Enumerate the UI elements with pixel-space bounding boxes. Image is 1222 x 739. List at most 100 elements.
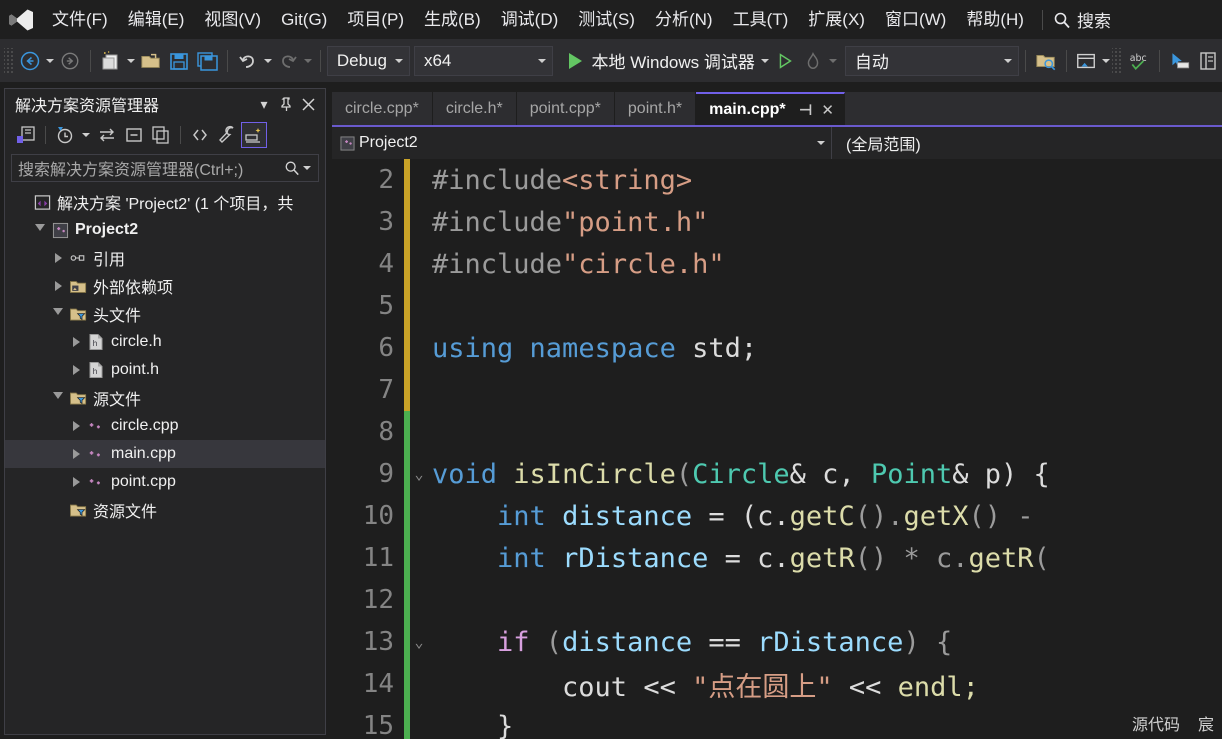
tree-item-[interactable]: 源文件 bbox=[5, 384, 325, 412]
expander-open-icon[interactable] bbox=[31, 216, 49, 244]
navigate-back-button[interactable] bbox=[16, 44, 44, 78]
solution-explorer-search-input[interactable]: 搜索解决方案资源管理器(Ctrl+;) bbox=[18, 156, 284, 180]
editor-tab-circle.h[interactable]: circle.h* bbox=[432, 92, 517, 125]
editor-tab-main.cpp[interactable]: main.cpp* ⊣ ✕ bbox=[696, 92, 845, 125]
save-button[interactable] bbox=[165, 44, 193, 78]
navigate-forward-button[interactable] bbox=[56, 44, 84, 78]
properties-wrench-icon[interactable] bbox=[214, 122, 240, 148]
process-selector-combo[interactable]: 自动 bbox=[844, 45, 1019, 76]
chevron-down-icon[interactable]: ▾ bbox=[253, 93, 275, 115]
code-line-4[interactable]: 4 #include"circle.h" bbox=[332, 243, 1222, 285]
show-all-files-icon[interactable] bbox=[187, 122, 213, 148]
code-line-14[interactable]: 14 cout << "点在圆上" << endl; bbox=[332, 663, 1222, 705]
attach-process-button[interactable] bbox=[771, 44, 799, 78]
toolbar-grip[interactable] bbox=[4, 47, 15, 74]
expander-closed-icon[interactable] bbox=[49, 244, 67, 272]
start-debugging-button[interactable] bbox=[561, 44, 589, 78]
properties-window-icon[interactable] bbox=[148, 122, 174, 148]
global-search[interactable]: 搜索 bbox=[1051, 7, 1111, 32]
menu-item-file[interactable]: 文件(F) bbox=[42, 0, 118, 39]
menu-item-git[interactable]: Git(G) bbox=[271, 0, 337, 39]
home-solution-icon[interactable] bbox=[13, 122, 39, 148]
navigate-back-dropdown[interactable] bbox=[44, 44, 56, 78]
tree-item-[interactable]: 资源文件 bbox=[5, 496, 325, 524]
tree-item-point.h[interactable]: h point.h bbox=[5, 356, 325, 384]
fold-collapse-icon[interactable]: ⌄ bbox=[410, 465, 428, 483]
menu-item-project[interactable]: 项目(P) bbox=[337, 0, 414, 39]
sync-with-active-document-icon[interactable] bbox=[94, 122, 120, 148]
menu-item-edit[interactable]: 编辑(E) bbox=[118, 0, 195, 39]
solution-platform-combo[interactable]: x64 bbox=[413, 45, 554, 76]
code-line-8[interactable]: 8 bbox=[332, 411, 1222, 453]
undo-button[interactable] bbox=[234, 44, 262, 78]
code-line-9[interactable]: 9 ⌄ void isInCircle(Circle& c, Point& p) { bbox=[332, 453, 1222, 495]
select-tool-button[interactable] bbox=[1166, 44, 1194, 78]
expander-closed-icon[interactable] bbox=[67, 412, 85, 440]
tree-item-Project2[interactable]: Project2 bbox=[5, 216, 325, 244]
menu-item-analyze[interactable]: 分析(N) bbox=[645, 0, 723, 39]
menu-item-debug[interactable]: 调试(D) bbox=[491, 0, 569, 39]
code-line-5[interactable]: 5 bbox=[332, 285, 1222, 327]
redo-dropdown[interactable] bbox=[302, 44, 314, 78]
window-layout-button[interactable] bbox=[1072, 44, 1100, 78]
tree-item-main.cpp[interactable]: main.cpp bbox=[5, 440, 325, 468]
expander-closed-icon[interactable] bbox=[67, 356, 85, 384]
expander-closed-icon[interactable] bbox=[49, 272, 67, 300]
code-line-3[interactable]: 3 #include"point.h" bbox=[332, 201, 1222, 243]
window-layout-dropdown[interactable] bbox=[1100, 44, 1112, 78]
tree-item-point.cpp[interactable]: point.cpp bbox=[5, 468, 325, 496]
menu-item-test[interactable]: 测试(S) bbox=[568, 0, 645, 39]
editor-tab-circle.cpp[interactable]: circle.cpp* bbox=[332, 92, 433, 125]
close-icon[interactable] bbox=[297, 93, 319, 115]
code-line-12[interactable]: 12 bbox=[332, 579, 1222, 621]
solution-configuration-combo[interactable]: Debug bbox=[326, 45, 410, 76]
tree-item-[interactable]: 头文件 bbox=[5, 300, 325, 328]
solution-explorer-search[interactable]: 搜索解决方案资源管理器(Ctrl+;) bbox=[11, 154, 319, 182]
menu-item-window[interactable]: 窗口(W) bbox=[875, 0, 956, 39]
code-line-10[interactable]: 10 int distance = (c.getC().getX() - bbox=[332, 495, 1222, 537]
hot-reload-dropdown[interactable] bbox=[827, 44, 839, 78]
menu-item-view[interactable]: 视图(V) bbox=[194, 0, 271, 39]
collapse-all-icon[interactable] bbox=[121, 122, 147, 148]
close-tab-icon[interactable]: ✕ bbox=[818, 101, 838, 119]
menu-item-help[interactable]: 帮助(H) bbox=[956, 0, 1034, 39]
expander-open-icon[interactable] bbox=[49, 384, 67, 412]
menu-item-extensions[interactable]: 扩展(X) bbox=[798, 0, 875, 39]
menu-item-build[interactable]: 生成(B) bbox=[414, 0, 491, 39]
pin-icon[interactable] bbox=[275, 93, 297, 115]
hot-reload-button[interactable] bbox=[799, 44, 827, 78]
toolbar-grip-2[interactable] bbox=[1112, 47, 1123, 74]
tree-item-[interactable]: 引用 bbox=[5, 244, 325, 272]
code-line-2[interactable]: 2 #include<string> bbox=[332, 159, 1222, 201]
tree-item-circle.h[interactable]: h circle.h bbox=[5, 328, 325, 356]
preview-selected-items-icon[interactable] bbox=[241, 122, 267, 148]
code-line-11[interactable]: 11 int rDistance = c.getR() * c.getR( bbox=[332, 537, 1222, 579]
new-item-dropdown[interactable] bbox=[125, 44, 137, 78]
search-options-dropdown[interactable] bbox=[300, 151, 314, 185]
tree-item-[interactable]: 外部依赖项 bbox=[5, 272, 325, 300]
new-item-button[interactable] bbox=[97, 44, 125, 78]
expander-closed-icon[interactable] bbox=[67, 468, 85, 496]
expander-closed-icon[interactable] bbox=[67, 328, 85, 356]
editor-tab-point.h[interactable]: point.h* bbox=[614, 92, 697, 125]
expander-open-icon[interactable] bbox=[49, 300, 67, 328]
navigation-scope-combo[interactable]: (全局范围) bbox=[832, 127, 1222, 159]
tree-item-Project21[interactable]: 解决方案 'Project2' (1 个项目，共 bbox=[5, 188, 325, 216]
spell-check-button[interactable]: abc bbox=[1125, 44, 1153, 78]
pending-changes-icon[interactable] bbox=[52, 122, 78, 148]
save-all-button[interactable] bbox=[193, 44, 221, 78]
code-line-7[interactable]: 7 bbox=[332, 369, 1222, 411]
pending-changes-dropdown[interactable] bbox=[79, 118, 93, 152]
tree-item-circle.cpp[interactable]: circle.cpp bbox=[5, 412, 325, 440]
panel-button[interactable] bbox=[1194, 44, 1222, 78]
code-area[interactable]: 2 #include<string> 3 #include"point.h" 4 #inc… bbox=[332, 159, 1222, 739]
undo-dropdown[interactable] bbox=[262, 44, 274, 78]
start-debugging-dropdown[interactable] bbox=[759, 44, 771, 78]
editor-tab-point.cpp[interactable]: point.cpp* bbox=[516, 92, 615, 125]
code-line-13[interactable]: 13 ⌄ if (distance == rDistance) { bbox=[332, 621, 1222, 663]
navigation-project-combo[interactable]: Project2 bbox=[332, 127, 832, 159]
menu-item-tools[interactable]: 工具(T) bbox=[723, 0, 799, 39]
code-line-15[interactable]: 15 } bbox=[332, 705, 1222, 739]
pin-tab-icon[interactable]: ⊣ bbox=[796, 101, 816, 119]
open-file-button[interactable] bbox=[137, 44, 165, 78]
